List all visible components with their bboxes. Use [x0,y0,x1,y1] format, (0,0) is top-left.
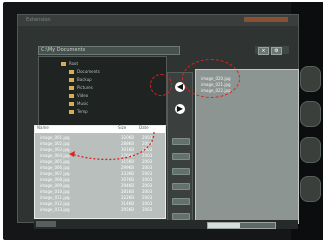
callout-arrow [69,131,155,161]
arrow-head-icon [69,151,75,157]
callout-arrow-path [70,131,155,161]
